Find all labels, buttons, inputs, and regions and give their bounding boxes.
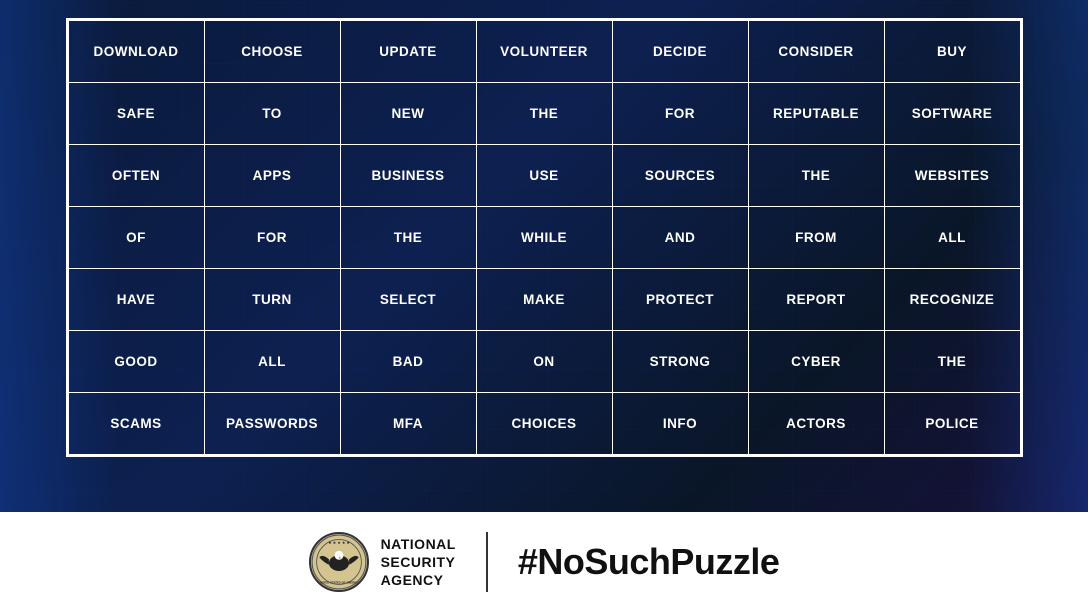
grid-cell: AND xyxy=(612,207,748,269)
grid-cell: USE xyxy=(476,145,612,207)
svg-text:UNITED STATES OF AMERICA: UNITED STATES OF AMERICA xyxy=(318,580,358,584)
grid-cell: FOR xyxy=(204,207,340,269)
grid-cell: SAFE xyxy=(68,83,204,145)
grid-cell: GOOD xyxy=(68,331,204,393)
grid-cell: REPUTABLE xyxy=(748,83,884,145)
grid-cell: ACTORS xyxy=(748,393,884,455)
grid-cell: POLICE xyxy=(884,393,1020,455)
grid-cell: SCAMS xyxy=(68,393,204,455)
nsa-seal: ★ ★ ★ ★ ★ UNITED STATES OF AMERICA xyxy=(309,532,369,592)
grid-cell: HAVE xyxy=(68,269,204,331)
grid-cell: CYBER xyxy=(748,331,884,393)
grid-cell: STRONG xyxy=(612,331,748,393)
footer: ★ ★ ★ ★ ★ UNITED STATES OF AMERICA NATIO… xyxy=(0,512,1088,612)
grid-cell: BUSINESS xyxy=(340,145,476,207)
svg-text:★ ★ ★ ★ ★: ★ ★ ★ ★ ★ xyxy=(328,540,350,545)
footer-right: #NoSuchPuzzle xyxy=(488,541,780,583)
grid-cell: SELECT xyxy=(340,269,476,331)
grid-cell: CONSIDER xyxy=(748,21,884,83)
grid-cell: FROM xyxy=(748,207,884,269)
hashtag-text: #NoSuchPuzzle xyxy=(518,541,780,583)
grid-cell: ON xyxy=(476,331,612,393)
grid-cell: BUY xyxy=(884,21,1020,83)
grid-cell: DOWNLOAD xyxy=(68,21,204,83)
grid-cell: CHOOSE xyxy=(204,21,340,83)
grid-cell: WEBSITES xyxy=(884,145,1020,207)
grid-cell: UPDATE xyxy=(340,21,476,83)
grid-cell: ALL xyxy=(204,331,340,393)
grid-cell: THE xyxy=(340,207,476,269)
grid-cell: TO xyxy=(204,83,340,145)
grid-cell: TURN xyxy=(204,269,340,331)
grid-cell: PASSWORDS xyxy=(204,393,340,455)
grid-cell: ALL xyxy=(884,207,1020,269)
grid-cell: REPORT xyxy=(748,269,884,331)
grid-cell: BAD xyxy=(340,331,476,393)
grid-cell: FOR xyxy=(612,83,748,145)
grid-cell: SOFTWARE xyxy=(884,83,1020,145)
grid-cell: WHILE xyxy=(476,207,612,269)
grid-cell: OF xyxy=(68,207,204,269)
nsa-name: NATIONALSECURITYAGENCY xyxy=(381,535,456,590)
grid-cell: SOURCES xyxy=(612,145,748,207)
grid-cell: APPS xyxy=(204,145,340,207)
grid-cell: THE xyxy=(748,145,884,207)
grid-cell: MAKE xyxy=(476,269,612,331)
grid-cell: NEW xyxy=(340,83,476,145)
grid-cell: THE xyxy=(884,331,1020,393)
grid-cell: INFO xyxy=(612,393,748,455)
grid-cell: CHOICES xyxy=(476,393,612,455)
grid-cell: OFTEN xyxy=(68,145,204,207)
word-grid-table: DOWNLOADCHOOSEUPDATEVOLUNTEERDECIDECONSI… xyxy=(68,20,1021,455)
grid-cell: PROTECT xyxy=(612,269,748,331)
grid-cell: MFA xyxy=(340,393,476,455)
grid-cell: DECIDE xyxy=(612,21,748,83)
footer-left: ★ ★ ★ ★ ★ UNITED STATES OF AMERICA NATIO… xyxy=(309,532,488,592)
grid-cell: THE xyxy=(476,83,612,145)
main-content: DOWNLOADCHOOSEUPDATEVOLUNTEERDECIDECONSI… xyxy=(0,0,1088,612)
grid-cell: VOLUNTEER xyxy=(476,21,612,83)
word-grid-container: DOWNLOADCHOOSEUPDATEVOLUNTEERDECIDECONSI… xyxy=(66,18,1023,457)
grid-cell: RECOGNIZE xyxy=(884,269,1020,331)
